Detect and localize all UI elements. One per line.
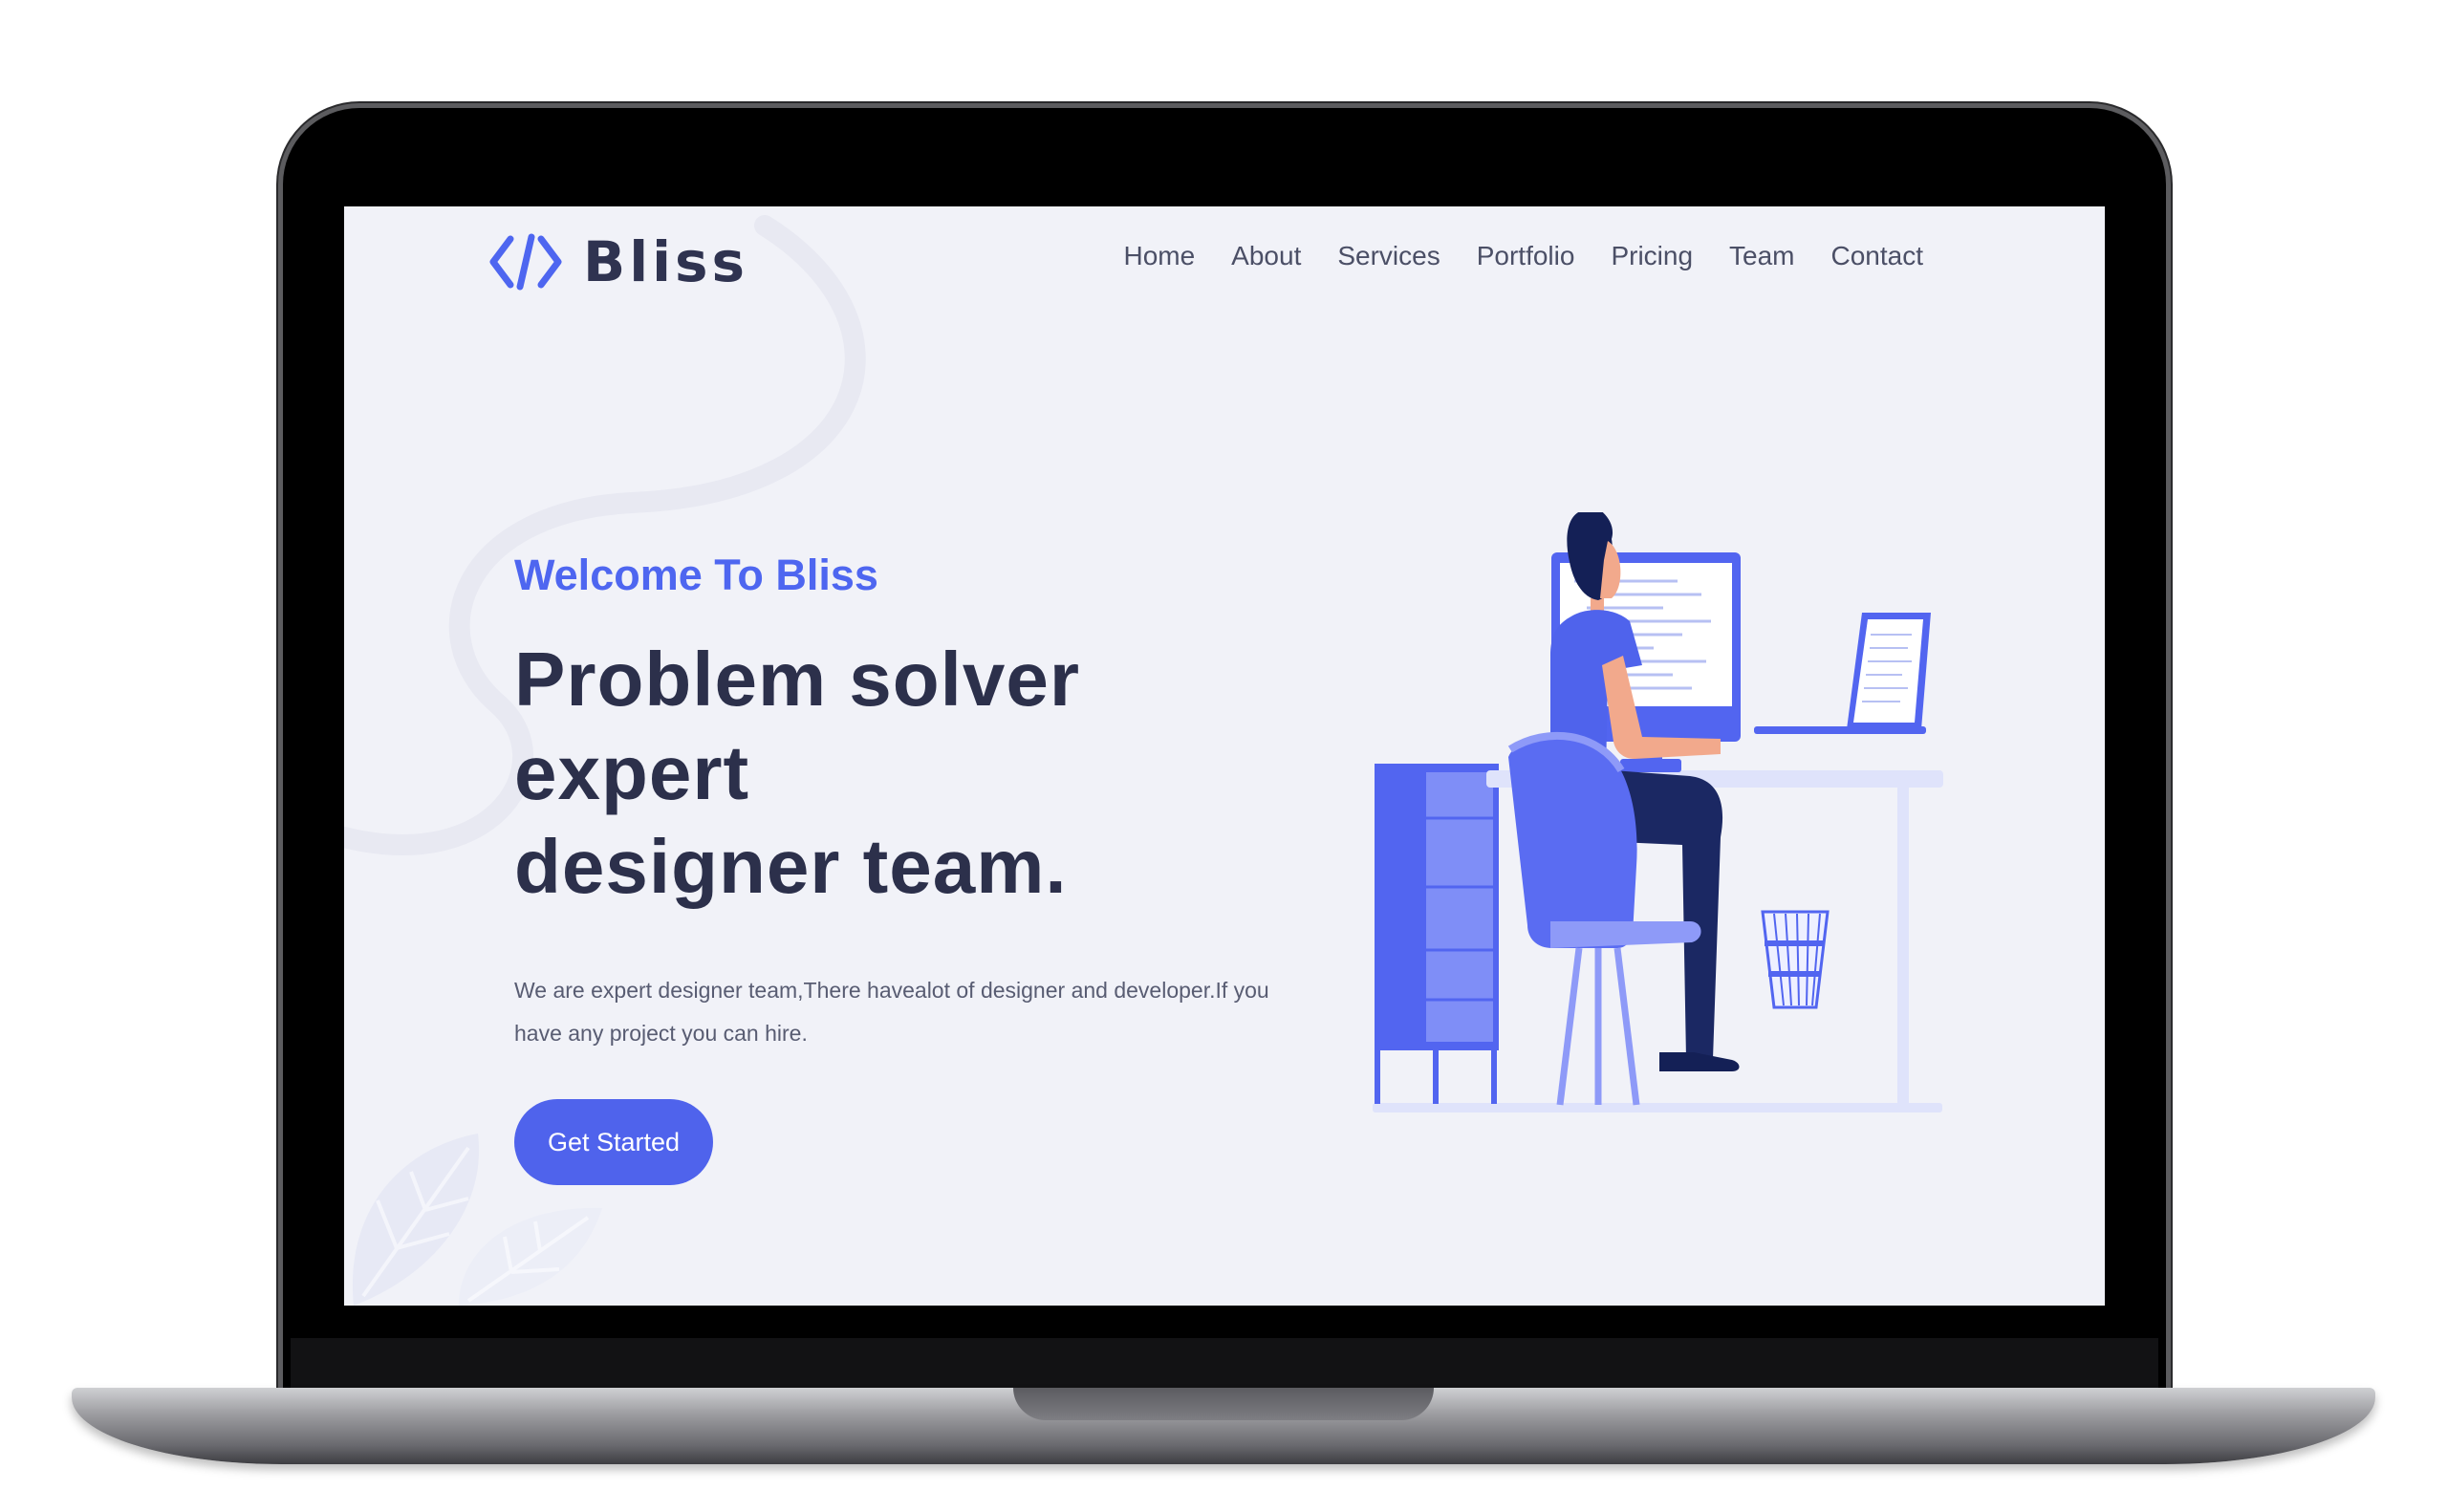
nav-item-team[interactable]: Team xyxy=(1729,241,1794,271)
nav-item-services[interactable]: Services xyxy=(1337,241,1440,271)
brand-name: Bliss xyxy=(583,229,749,294)
nav-item-contact[interactable]: Contact xyxy=(1831,241,1924,271)
laptop-notch xyxy=(1013,1388,1434,1420)
hero-description-line2: have any project you can hire. xyxy=(514,1021,808,1046)
trash-bin xyxy=(1761,910,1830,1009)
hero-headline: Problem solver expert designer team. xyxy=(514,633,1298,914)
person-at-desk-illustration xyxy=(1373,512,1943,1112)
brand-logo[interactable]: Bliss xyxy=(487,229,748,294)
nav-item-portfolio[interactable]: Portfolio xyxy=(1477,241,1575,271)
laptop-chin xyxy=(291,1338,2158,1388)
code-brackets-icon xyxy=(487,231,564,292)
hero-description-line1: We are expert designer team,There haveal… xyxy=(514,978,1269,1003)
hero-headline-line2: designer team. xyxy=(514,824,1068,909)
hero-description: We are expert designer team,There haveal… xyxy=(514,969,1298,1055)
nav-item-home[interactable]: Home xyxy=(1123,241,1195,271)
main-navigation: Home About Services Portfolio Pricing Te… xyxy=(1123,241,1923,271)
hero-section: Welcome To Bliss Problem solver expert d… xyxy=(514,551,1298,1185)
hero-headline-line1: Problem solver expert xyxy=(514,637,1081,815)
get-started-button[interactable]: Get Started xyxy=(514,1099,713,1185)
nav-item-about[interactable]: About xyxy=(1231,241,1301,271)
hero-welcome: Welcome To Bliss xyxy=(514,551,878,599)
floor-line xyxy=(1373,1103,1942,1112)
website-screen: Bliss Home About Services Portfolio Pric… xyxy=(344,206,2105,1306)
nav-item-pricing[interactable]: Pricing xyxy=(1611,241,1693,271)
